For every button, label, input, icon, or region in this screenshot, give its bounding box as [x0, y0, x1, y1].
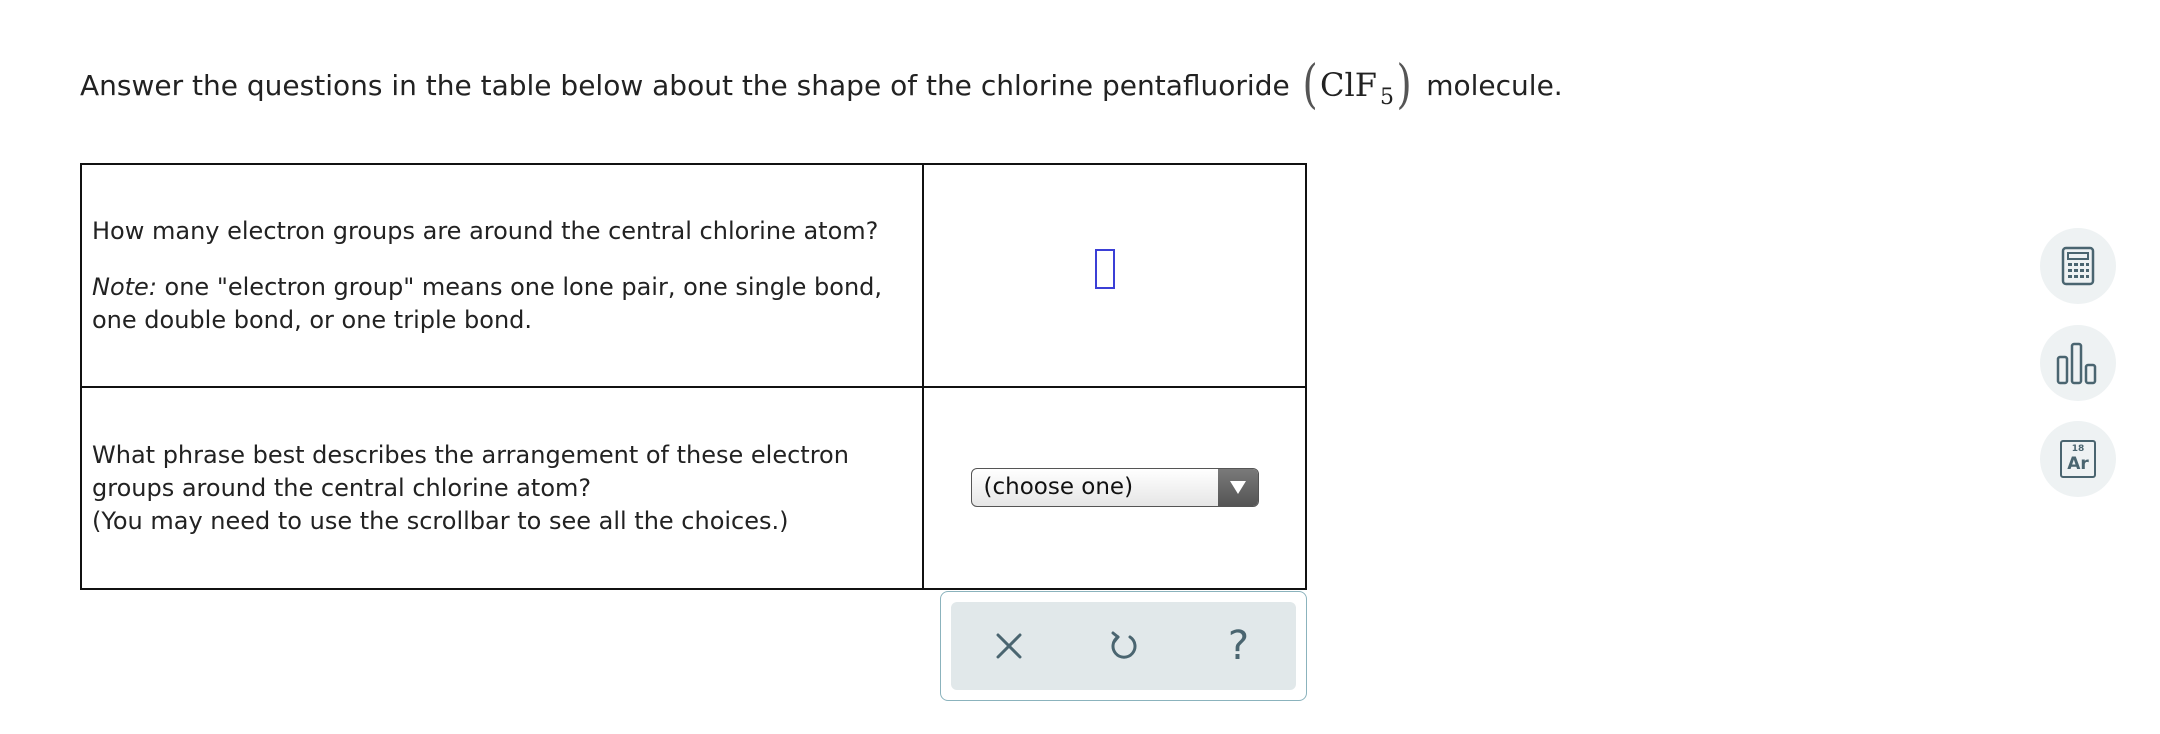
scrollbar-hint: (You may need to use the scrollbar to se… — [92, 506, 789, 535]
help-button[interactable]: ? — [1209, 616, 1269, 676]
note-text: one "electron group" means one lone pair… — [92, 272, 883, 334]
page: Answer the questions in the table below … — [0, 0, 2160, 734]
dropdown-toggle[interactable] — [1217, 468, 1258, 506]
electron-groups-input[interactable] — [1094, 248, 1115, 289]
formula-main: ClF — [1320, 66, 1377, 104]
calculator-icon — [2061, 246, 2095, 286]
chemical-formula: ( ClF 5 ) — [1300, 59, 1415, 111]
electron-group-note: Note: one "electron group" means one lon… — [92, 271, 912, 337]
bar-chart-icon — [2056, 342, 2097, 385]
help-icon: ? — [1227, 623, 1250, 669]
undo-icon — [1111, 631, 1136, 659]
clear-button[interactable] — [979, 616, 1039, 676]
calculator-button[interactable] — [2040, 228, 2116, 304]
periodic-symbol: Ar — [2067, 454, 2089, 474]
chevron-down-icon — [1229, 480, 1246, 494]
left-paren: ( — [1302, 55, 1318, 115]
question-cell: What phrase best describes the arrangeme… — [82, 388, 924, 588]
question-suffix: molecule. — [1426, 68, 1563, 102]
arrangement-dropdown[interactable]: (choose one) — [970, 467, 1259, 507]
question-prompt: Answer the questions in the table below … — [80, 58, 1563, 112]
note-label: Note: — [92, 272, 157, 301]
data-chart-button[interactable] — [2040, 325, 2116, 401]
answer-cell: (choose one) — [924, 388, 1305, 588]
right-paren: ) — [1396, 55, 1412, 115]
question-cell: How many electron groups are around the … — [82, 165, 924, 386]
undo-button[interactable] — [1094, 616, 1154, 676]
action-panel: ? — [940, 591, 1307, 701]
dropdown-selected: (choose one) — [983, 474, 1134, 500]
action-bar: ? — [951, 602, 1296, 690]
table-row: How many electron groups are around the … — [82, 165, 1305, 388]
formula-subscript: 5 — [1379, 84, 1394, 110]
question-table: How many electron groups are around the … — [80, 163, 1307, 590]
table-row: What phrase best describes the arrangeme… — [82, 388, 1305, 588]
x-icon — [996, 633, 1021, 659]
question-prefix: Answer the questions in the table below … — [80, 68, 1290, 102]
arrangement-question: What phrase best describes the arrangeme… — [92, 440, 849, 502]
periodic-number: 18 — [2071, 444, 2085, 454]
periodic-table-button[interactable]: 18 Ar — [2040, 421, 2116, 497]
electron-groups-question: How many electron groups are around the … — [92, 216, 879, 245]
periodic-table-icon: 18 Ar — [2060, 440, 2096, 478]
answer-cell — [924, 165, 1305, 386]
